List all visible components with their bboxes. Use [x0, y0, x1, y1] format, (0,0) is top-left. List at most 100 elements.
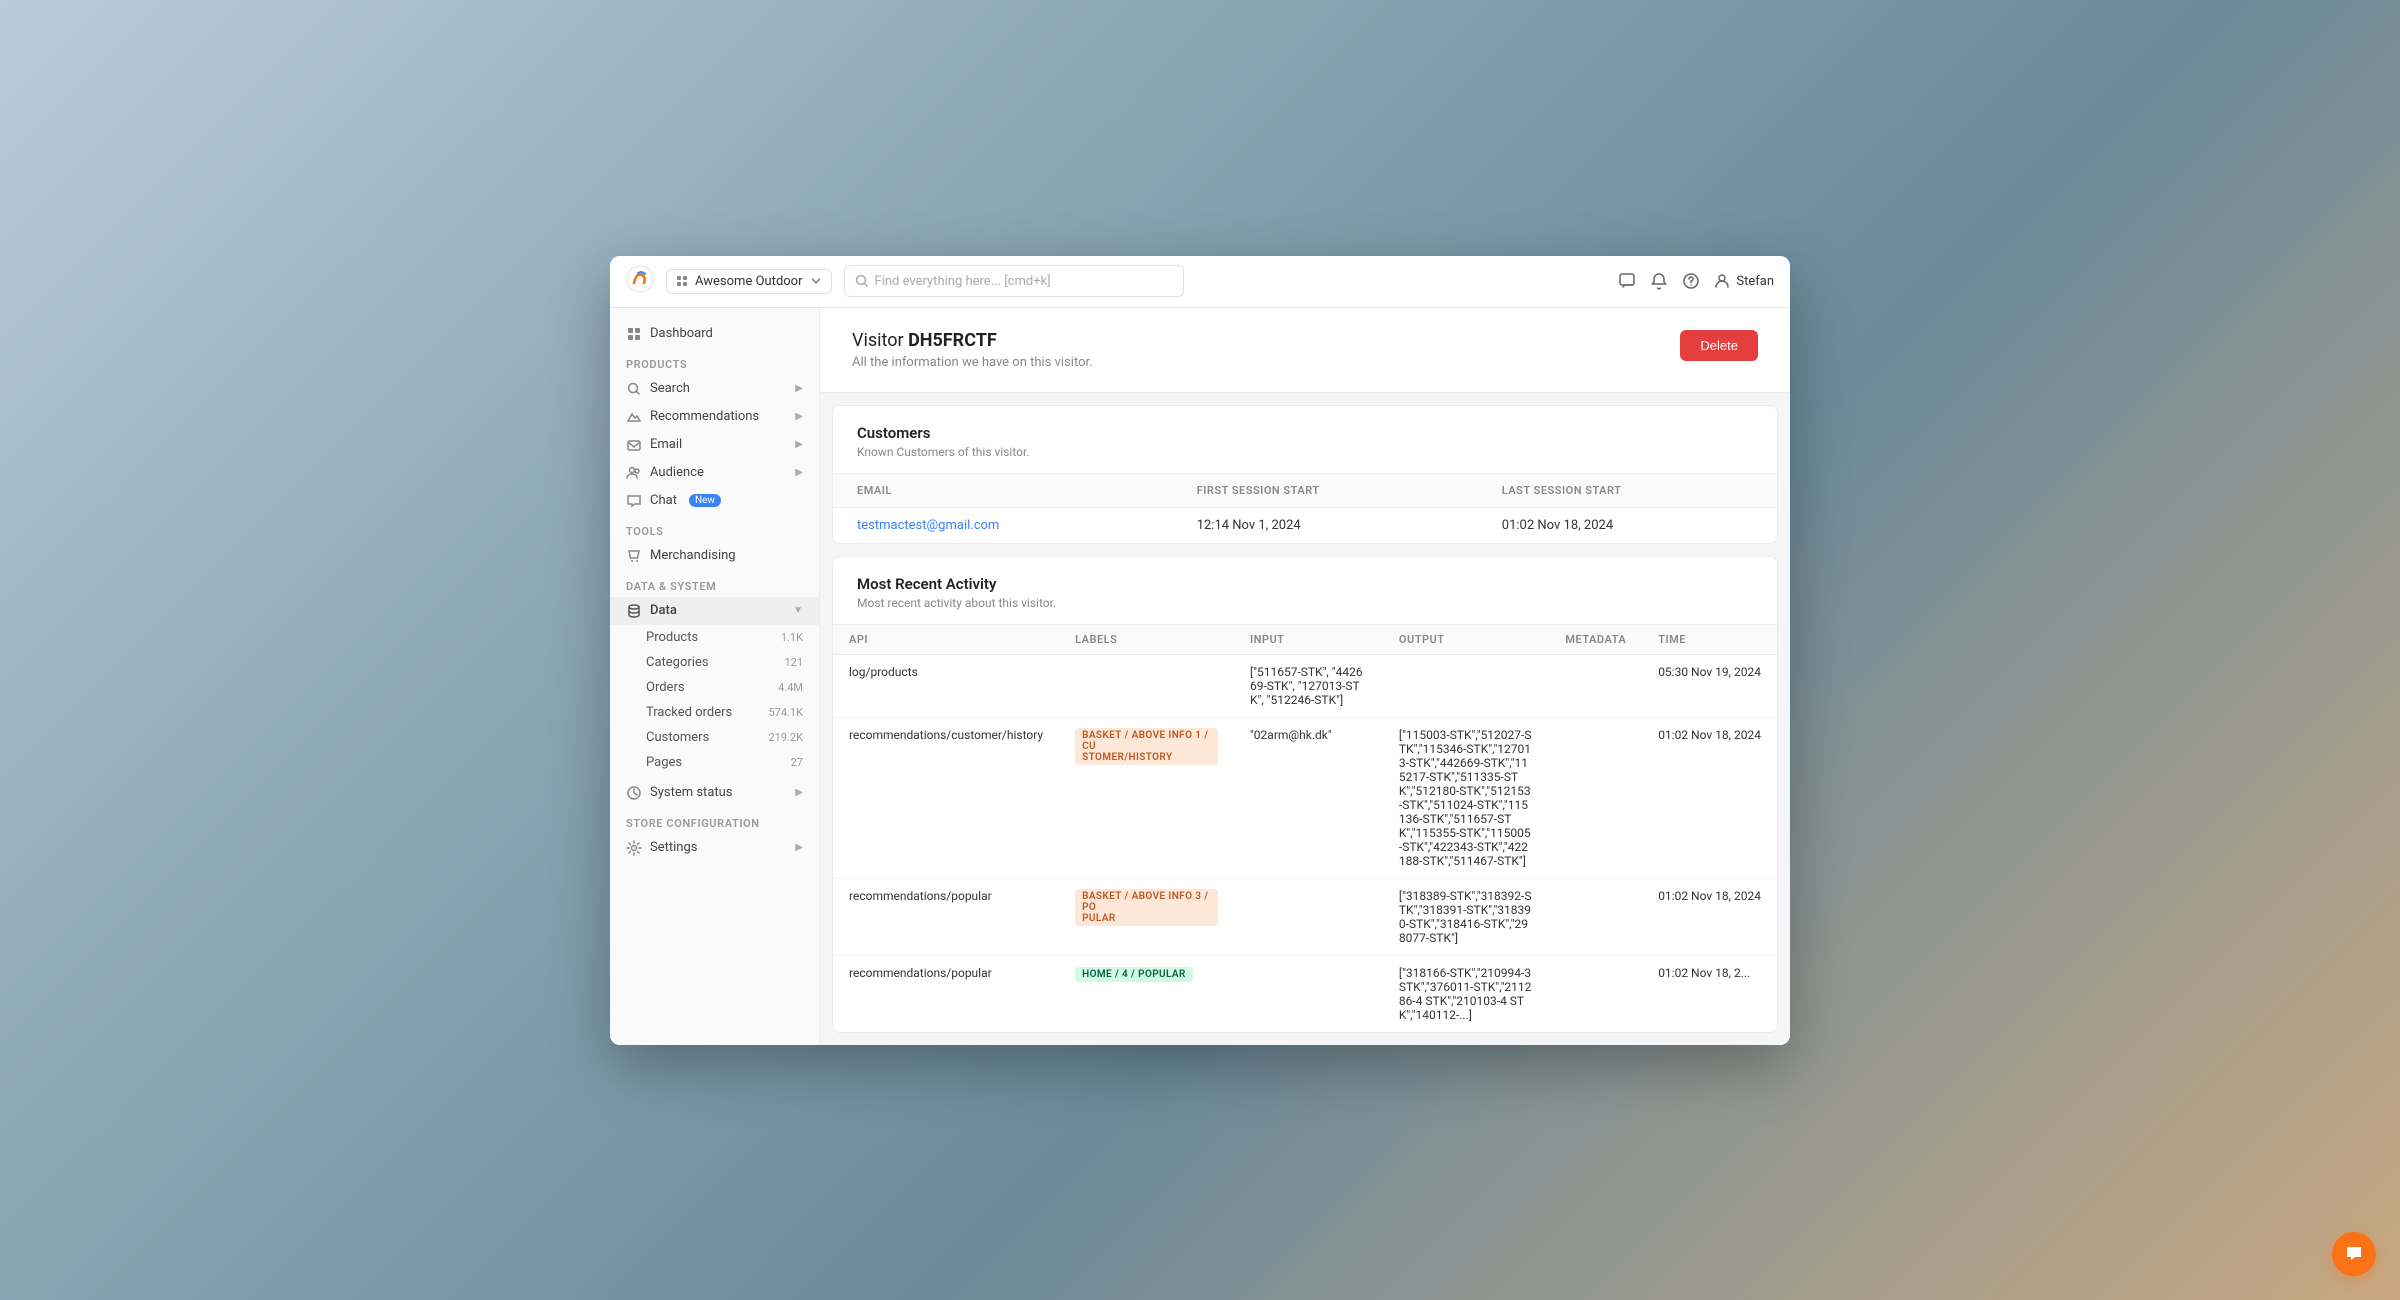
sidebar-sub-orders[interactable]: Orders 4.4M — [610, 675, 819, 700]
col-last-session: LAST SESSION START — [1478, 474, 1777, 508]
sidebar: Dashboard PRODUCTS Search ▶ Recommendati… — [610, 308, 820, 1045]
table-row: testmactest@gmail.com 12:14 Nov 1, 2024 … — [833, 507, 1777, 543]
search-arrow: ▶ — [795, 383, 803, 394]
act-time-2: 01:02 Nov 18, 2024 — [1642, 717, 1777, 878]
workspace-name: Awesome Outdoor — [695, 274, 803, 289]
email-icon — [626, 437, 642, 453]
act-input-3 — [1234, 878, 1383, 955]
comment-icon[interactable] — [1618, 272, 1636, 290]
search-placeholder: Find everything here... [cmd+k] — [875, 274, 1051, 289]
activity-section: Most Recent Activity Most recent activit… — [832, 556, 1778, 1033]
search-icon — [626, 381, 642, 397]
act-output-1 — [1383, 654, 1550, 717]
delete-button[interactable]: Delete — [1680, 330, 1758, 361]
act-labels-4: HOME / 4 / POPULAR — [1059, 955, 1234, 1032]
search-label: Search — [650, 381, 690, 396]
workspace-selector[interactable]: Awesome Outdoor — [666, 269, 832, 294]
sidebar-item-chat[interactable]: Chat New — [610, 487, 819, 515]
activity-row-4: recommendations/popular HOME / 4 / POPUL… — [833, 955, 1777, 1032]
act-api-3: recommendations/popular — [833, 878, 1059, 955]
act-labels-1 — [1059, 654, 1234, 717]
act-input-1: ["511657-STK", "442669-STK", "127013-STK… — [1234, 654, 1383, 717]
email-link[interactable]: testmactest@gmail.com — [857, 518, 999, 533]
sidebar-item-audience[interactable]: Audience ▶ — [610, 459, 819, 487]
chat-bubble[interactable] — [2332, 1232, 2376, 1276]
sidebar-sub-products[interactable]: Products 1.1K — [610, 625, 819, 650]
sidebar-sub-pages[interactable]: Pages 27 — [610, 750, 819, 775]
user-menu[interactable]: Stefan — [1714, 273, 1774, 289]
sub-pages-label: Pages — [646, 755, 682, 770]
sidebar-item-merchandising[interactable]: Merchandising — [610, 542, 819, 570]
tools-section-label: TOOLS — [610, 515, 819, 542]
act-input-4 — [1234, 955, 1383, 1032]
main-content: Visitor DH5FRCTF All the information we … — [820, 308, 1790, 1045]
settings-arrow: ▶ — [795, 842, 803, 853]
products-section-label: PRODUCTS — [610, 348, 819, 375]
sidebar-item-data[interactable]: Data ▼ — [610, 597, 819, 625]
act-time-1: 05:30 Nov 19, 2024 — [1642, 654, 1777, 717]
visitor-title: Visitor DH5FRCTF — [852, 330, 1093, 351]
last-session: 01:02 Nov 18, 2024 — [1478, 507, 1777, 543]
help-icon[interactable] — [1682, 272, 1700, 290]
act-col-time: TIME — [1642, 625, 1777, 655]
bell-icon[interactable] — [1650, 272, 1668, 290]
user-name: Stefan — [1736, 274, 1774, 289]
chat-icon — [626, 493, 642, 509]
customers-title: Customers — [857, 424, 1753, 442]
activity-row-3: recommendations/popular BASKET / ABOVE I… — [833, 878, 1777, 955]
activity-table: API LABELS INPUT OUTPUT METADATA TIME — [833, 625, 1777, 1032]
act-metadata-1 — [1549, 654, 1642, 717]
data-label: Data — [650, 603, 677, 618]
customers-subtitle: Known Customers of this visitor. — [857, 445, 1753, 459]
activity-subtitle: Most recent activity about this visitor. — [857, 596, 1753, 610]
sidebar-item-system-status[interactable]: System status ▶ — [610, 779, 819, 807]
sub-categories-label: Categories — [646, 655, 709, 670]
store-config-label: STORE CONFIGURATION — [610, 807, 819, 834]
sub-customers-count: 219.2K — [768, 731, 803, 744]
merchandising-label: Merchandising — [650, 548, 736, 563]
visitor-id: DH5FRCTF — [908, 330, 997, 351]
data-arrow: ▼ — [793, 605, 803, 616]
sub-categories-count: 121 — [784, 656, 803, 669]
sub-orders-count: 4.4M — [778, 681, 803, 694]
dashboard-icon — [626, 326, 642, 342]
settings-icon — [626, 840, 642, 856]
email-label: Email — [650, 437, 682, 452]
recommendations-icon — [626, 409, 642, 425]
audience-arrow: ▶ — [795, 467, 803, 478]
sidebar-item-recommendations[interactable]: Recommendations ▶ — [610, 403, 819, 431]
act-output-3: ["318389-STK","318392-STK","318391-STK",… — [1383, 878, 1550, 955]
topbar-actions: Stefan — [1618, 272, 1774, 290]
sub-pages-count: 27 — [791, 756, 803, 769]
act-output-4: ["318166-STK","210994-3 STK","376011-STK… — [1383, 955, 1550, 1032]
act-labels-2: BASKET / ABOVE INFO 1 / CUSTOMER/HISTORY — [1059, 717, 1234, 878]
activity-title: Most Recent Activity — [857, 575, 1753, 593]
sidebar-item-search[interactable]: Search ▶ — [610, 375, 819, 403]
sub-products-count: 1.1K — [781, 631, 803, 644]
audience-icon — [626, 465, 642, 481]
label-badge-basket-2: BASKET / ABOVE INFO 3 / POPULAR — [1075, 889, 1218, 926]
data-icon — [626, 603, 642, 619]
sidebar-item-email[interactable]: Email ▶ — [610, 431, 819, 459]
system-status-label: System status — [650, 785, 733, 800]
act-time-3: 01:02 Nov 18, 2024 — [1642, 878, 1777, 955]
sidebar-sub-customers[interactable]: Customers 219.2K — [610, 725, 819, 750]
customers-section: Customers Known Customers of this visito… — [832, 405, 1778, 544]
sub-tracked-count: 574.1K — [768, 706, 803, 719]
visitor-prefix: Visitor — [852, 330, 904, 351]
logo — [626, 265, 654, 297]
act-output-2: ["115003-STK","512027-STK","115346-STK",… — [1383, 717, 1550, 878]
act-col-input: INPUT — [1234, 625, 1383, 655]
sub-customers-label: Customers — [646, 730, 709, 745]
recommendations-arrow: ▶ — [795, 411, 803, 422]
act-metadata-4 — [1549, 955, 1642, 1032]
act-metadata-3 — [1549, 878, 1642, 955]
act-api-1: log/products — [833, 654, 1059, 717]
sidebar-item-dashboard[interactable]: Dashboard — [610, 320, 819, 348]
global-search[interactable]: Find everything here... [cmd+k] — [844, 265, 1184, 297]
sidebar-sub-categories[interactable]: Categories 121 — [610, 650, 819, 675]
activity-row-2: recommendations/customer/history BASKET … — [833, 717, 1777, 878]
sidebar-item-settings[interactable]: Settings ▶ — [610, 834, 819, 862]
sidebar-sub-tracked-orders[interactable]: Tracked orders 574.1K — [610, 700, 819, 725]
act-col-api: API — [833, 625, 1059, 655]
